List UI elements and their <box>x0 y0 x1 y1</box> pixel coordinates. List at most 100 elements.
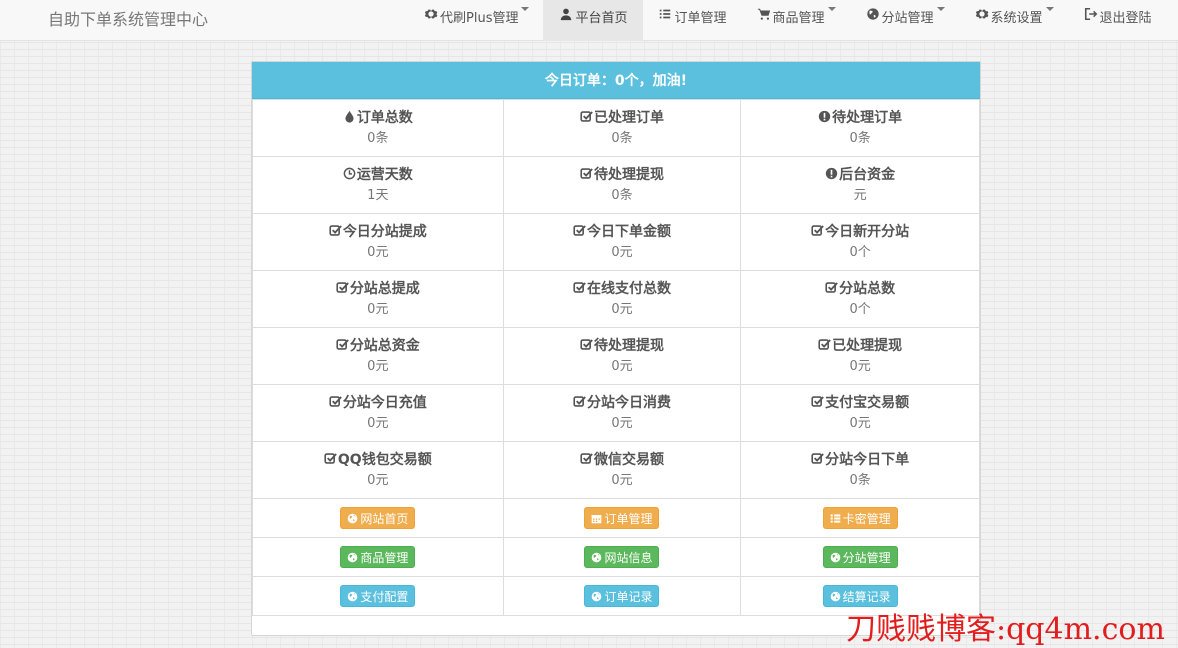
list-icon <box>830 513 841 524</box>
check-icon <box>573 224 586 237</box>
stat-cell: 分站总资金 0元 <box>252 327 504 385</box>
stat-label-text: 微信交易额 <box>593 452 664 468</box>
stat-cell: 微信交易额 0元 <box>502 441 742 499</box>
check-icon <box>324 452 337 465</box>
quick-link-button[interactable]: 卡密管理 <box>822 507 898 529</box>
button-label: 订单记录 <box>604 589 653 604</box>
clock-icon <box>343 167 356 180</box>
quick-link-button[interactable]: 网站信息 <box>584 546 660 568</box>
globe-icon <box>347 513 358 524</box>
stat-cell: 后台资金元 <box>740 156 980 214</box>
stats-row: 分站总资金 0元 待处理提现 0元 已处理提现 0元 <box>252 327 980 385</box>
stat-label-text: 在线支付总数 <box>586 281 671 297</box>
stat-label-text: 分站今日消费 <box>586 395 671 411</box>
button-label: 卡密管理 <box>842 511 891 526</box>
stat-label-text: 今日新开分站 <box>825 224 910 240</box>
stat-cell: 运营天数 1天 <box>252 156 504 214</box>
stat-label: 订单总数 <box>253 109 503 127</box>
stat-cell: 今日分站提成 0元 <box>252 213 504 271</box>
stat-label-text: 分站总数 <box>839 281 896 297</box>
stat-cell: 分站总数 0个 <box>740 270 980 328</box>
stat-cell: 今日下单金额 0元 <box>502 213 742 271</box>
stat-label-text: 待处理订单 <box>832 110 903 126</box>
button-cell: 商品管理 <box>252 537 504 577</box>
button-label: 支付配置 <box>360 589 409 604</box>
stats-row: QQ钱包交易额 0元 微信交易额 0元 分站今日下单 0条 <box>252 441 980 499</box>
stat-value: 0元 <box>611 359 633 374</box>
chevron-down-icon <box>827 7 836 11</box>
quick-link-button[interactable]: 商品管理 <box>340 546 416 568</box>
stat-cell: 已处理提现 0元 <box>740 327 980 385</box>
nav-home[interactable]: 平台首页 <box>543 0 644 41</box>
stat-label: 今日新开分站 <box>741 223 979 241</box>
nav-products[interactable]: 商品管理 <box>757 0 836 41</box>
button-label: 分站管理 <box>842 550 891 565</box>
stat-cell: 分站总提成 0元 <box>252 270 504 328</box>
stat-label: 已处理提现 <box>741 337 979 355</box>
nav-substations[interactable]: 分站管理 <box>866 0 945 41</box>
user-icon <box>561 8 572 21</box>
stat-cell: 待处理订单 0条 <box>740 99 980 157</box>
logout-icon <box>1084 7 1097 21</box>
stats-row: 订单总数 0条 已处理订单 0条 待处理订单 0条 <box>252 99 980 157</box>
stat-value: 0元 <box>849 416 871 431</box>
stat-label-text: 订单总数 <box>356 110 413 126</box>
stat-value: 0条 <box>611 131 633 146</box>
stat-label: 待处理提现 <box>504 337 741 355</box>
stat-cell: 订单总数 0条 <box>252 99 504 157</box>
stats-panel: 今日订单：0个，加油! 订单总数 0条 已处理订单 0条 待处理订单 0条 运营天数 1天 待处… <box>251 61 981 636</box>
gear-icon <box>975 9 988 19</box>
stat-value: 0元 <box>611 245 633 260</box>
stat-value: 0元 <box>611 416 633 431</box>
stat-label: 在线支付总数 <box>504 280 741 298</box>
chevron-down-icon <box>1045 7 1054 11</box>
button-row: 网站首页 订单管理 卡密管理 <box>252 498 980 538</box>
nav-plus-manage[interactable]: 代刷Plus管理 <box>424 0 530 41</box>
stat-value: 0条 <box>611 188 633 203</box>
globe-icon <box>591 552 602 563</box>
stat-label: 分站今日充值 <box>253 394 503 412</box>
stat-label: 今日下单金额 <box>504 223 741 241</box>
stat-label-text: 分站今日充值 <box>342 395 427 411</box>
quick-link-button[interactable]: 支付配置 <box>340 585 416 607</box>
quick-link-button[interactable]: 订单管理 <box>584 507 660 529</box>
stat-cell: 支付宝交易额 0元 <box>740 384 980 442</box>
brand-title[interactable]: 自助下单系统管理中心 <box>48 6 208 30</box>
button-label: 订单管理 <box>604 511 653 526</box>
nav-orders[interactable]: 订单管理 <box>658 0 727 41</box>
stat-cell: 待处理提现 0条 <box>502 156 742 214</box>
stats-row: 分站今日充值 0元 分站今日消费 0元 支付宝交易额 0元 <box>252 384 980 442</box>
stat-label: 微信交易额 <box>504 451 741 469</box>
stat-label-text: 今日分站提成 <box>342 224 427 240</box>
quick-link-button[interactable]: 订单记录 <box>584 585 660 607</box>
stat-label-text: 今日下单金额 <box>586 224 671 240</box>
stat-cell: 分站今日充值 0元 <box>252 384 504 442</box>
nav-label: 平台首页 <box>575 11 628 26</box>
button-cell: 结算记录 <box>740 576 980 616</box>
stat-cell: 在线支付总数 0元 <box>502 270 742 328</box>
quick-link-button[interactable]: 结算记录 <box>822 585 898 607</box>
stat-value: 0条 <box>849 473 871 488</box>
globe-icon <box>830 552 841 563</box>
nav-settings[interactable]: 系统设置 <box>975 0 1054 41</box>
nav-label: 商品管理 <box>772 11 825 26</box>
stat-value: 0条 <box>849 131 871 146</box>
nav-logout[interactable]: 退出登陆 <box>1084 0 1152 41</box>
stat-cell: 已处理订单 0条 <box>502 99 742 157</box>
stat-label: 分站总资金 <box>253 337 503 355</box>
quick-link-button[interactable]: 网站首页 <box>340 507 416 529</box>
stats-row: 今日分站提成 0元 今日下单金额 0元 今日新开分站 0个 <box>252 213 980 271</box>
quick-link-button[interactable]: 分站管理 <box>822 546 898 568</box>
button-cell: 订单管理 <box>502 498 742 538</box>
stat-label-text: 待处理提现 <box>593 167 664 183</box>
nav-label: 分站管理 <box>881 11 934 26</box>
stat-cell: 分站今日下单 0条 <box>740 441 980 499</box>
stat-label-text: 分站总提成 <box>349 281 420 297</box>
check-icon <box>580 167 593 180</box>
stat-cell: 今日新开分站 0个 <box>740 213 980 271</box>
check-icon <box>329 224 342 237</box>
check-icon <box>573 281 586 294</box>
button-cell: 卡密管理 <box>740 498 980 538</box>
nav-label: 退出登陆 <box>1099 11 1152 26</box>
check-icon <box>580 110 593 123</box>
